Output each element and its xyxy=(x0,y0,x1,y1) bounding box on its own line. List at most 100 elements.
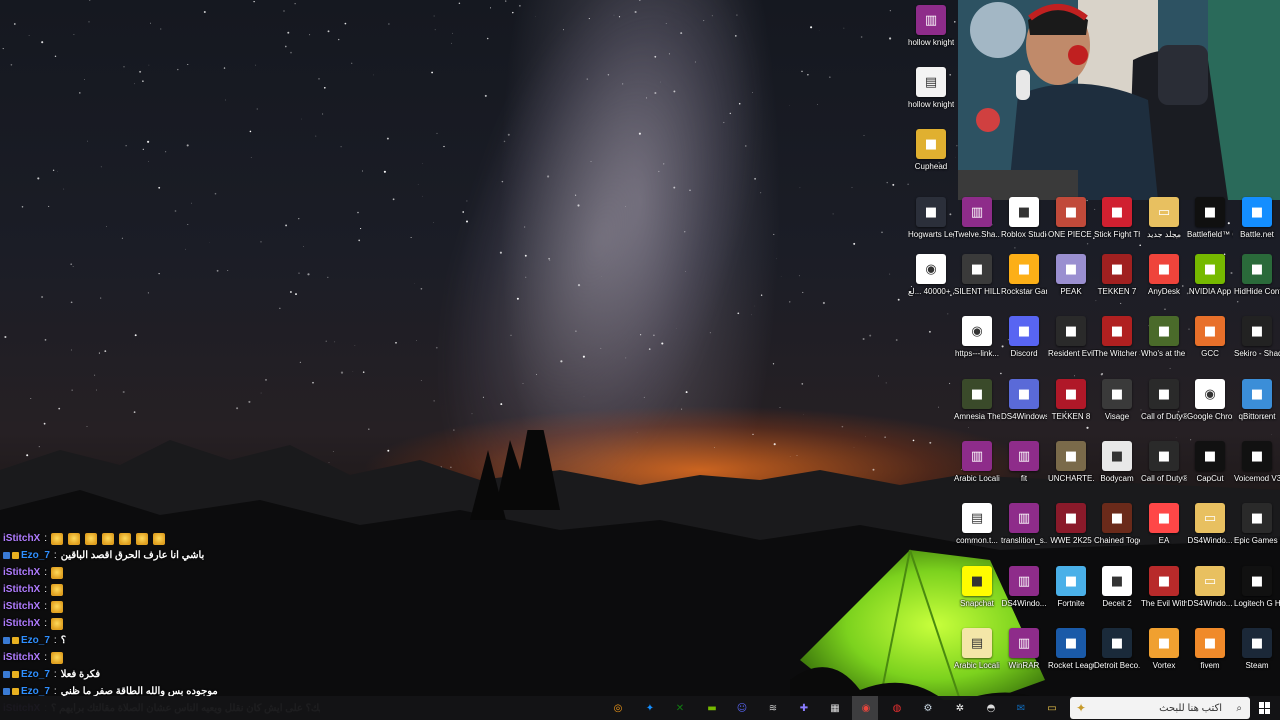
chrome-icon[interactable]: ◉ xyxy=(856,698,876,718)
desktop-icon[interactable]: ▥ Twelve.Sha... xyxy=(954,197,1000,240)
desktop-icon[interactable]: ▥ Arabic Localisatio... xyxy=(954,441,1000,484)
desktop-icon[interactable]: ■ NVIDIA App xyxy=(1187,254,1233,297)
desktop-icon[interactable]: ■ Deceit 2 xyxy=(1094,566,1140,609)
battlefield-icon: ■ xyxy=(1195,197,1225,227)
desktop-icon[interactable]: ■ EA xyxy=(1141,503,1187,546)
desktop-icon-label: https---link... xyxy=(954,349,999,358)
chat-username[interactable]: iStitchX xyxy=(3,581,40,598)
desktop-icon[interactable]: ▭ DS4Windo... xyxy=(1187,503,1233,546)
desktop-icon[interactable]: ■ qBittorrent xyxy=(1234,379,1280,422)
desktop-icon[interactable]: ■ WWE 2K25 xyxy=(1048,503,1094,546)
chat-username[interactable]: Ezo_7 xyxy=(21,632,50,649)
chat-username[interactable]: iStitchX xyxy=(3,598,40,615)
desktop-icon[interactable]: ■ Call of Duty® M... xyxy=(1141,441,1187,484)
battlenet-icon[interactable]: ✦ xyxy=(640,698,660,718)
desktop-icon[interactable]: ■ AnyDesk xyxy=(1141,254,1187,297)
desktop-icon[interactable]: ■ Sekiro - Shadows D... xyxy=(1234,316,1280,359)
desktop-icon[interactable]: ■ Resident Evil 4 xyxy=(1048,316,1094,359)
desktop-icon[interactable]: ■ Fortnite xyxy=(1048,566,1094,609)
gamepad-icon[interactable]: ✚ xyxy=(794,698,814,718)
overwatch-icon[interactable]: ◎ xyxy=(608,698,628,718)
desktop-icon[interactable]: ■ DS4Windows xyxy=(1001,379,1047,422)
desktop-icon[interactable]: ■ Rockstar Games ... xyxy=(1001,254,1047,297)
discord-icon[interactable]: ☺ xyxy=(732,698,752,718)
amnesia-icon: ■ xyxy=(962,379,992,409)
taskbar-search-box[interactable]: ✦ اكتب هنا للبحث ⌕ xyxy=(1070,697,1250,719)
desktop-icon[interactable]: ■ Battlefield™ 6 Open Beta xyxy=(1187,197,1233,240)
folder-icon[interactable]: ▭ xyxy=(1042,698,1062,718)
folder-icon: ▭ xyxy=(1195,503,1225,533)
desktop-icon[interactable]: ▥ DS4Windo... xyxy=(1001,566,1047,609)
desktop-icon[interactable]: ◉ https---link... xyxy=(954,316,1000,359)
chat-separator: : xyxy=(53,669,57,680)
desktop-icon[interactable]: ▭ مجلد جديد xyxy=(1141,197,1187,240)
desktop-icon[interactable]: ▤ hollow knight silks... xyxy=(908,67,954,110)
desktop-icon[interactable]: ■ PEAK xyxy=(1048,254,1094,297)
steam-icon[interactable]: ⚙ xyxy=(918,698,938,718)
desktop-icon[interactable]: ▥ translition_s... xyxy=(1001,503,1047,546)
desktop-icon[interactable]: ■ Logitech G HUB xyxy=(1234,566,1280,609)
settings-icon[interactable]: ✲ xyxy=(950,698,970,718)
desktop-icon[interactable]: ■ HidHide Configurati... xyxy=(1234,254,1280,297)
desktop-icon[interactable]: ■ TEKKEN 8 xyxy=(1048,379,1094,422)
desktop-icon-label: PEAK xyxy=(1060,287,1082,296)
desktop-icon-label: DS4Windo... xyxy=(1001,599,1047,608)
desktop-icon[interactable]: ▥ hollow knight silks... xyxy=(908,5,954,48)
desktop-icon[interactable]: ■ Vortex xyxy=(1141,628,1187,671)
desktop-icon[interactable]: ■ ONE PIECE PIRATE WA... xyxy=(1048,197,1094,240)
desktop-icon[interactable]: ■ UNCHARTE... Legacy of T... xyxy=(1048,441,1094,484)
desktop-icon[interactable]: ■ Cuphead xyxy=(908,129,954,172)
desktop-icon[interactable]: ■ Hogwarts Legacy xyxy=(908,197,954,240)
desktop-icon[interactable]: ■ Bodycam xyxy=(1094,441,1140,484)
desktop-icon[interactable]: ◉ Google Chrome xyxy=(1187,379,1233,422)
store-icon[interactable]: ▦ xyxy=(825,698,845,718)
chat-username[interactable]: Ezo_7 xyxy=(21,547,50,564)
stream-chat: iStitchX: Ezo_7: باشي انا عارف الحرق اقصد … xyxy=(0,530,320,720)
desktop-icon[interactable]: ▥ WinRAR xyxy=(1001,628,1047,671)
cuphead-icon: ■ xyxy=(916,129,946,159)
nvidia-app-icon[interactable]: ▬ xyxy=(702,698,722,718)
desktop-icon[interactable]: ◉ يكح الناري +40000 ...لع xyxy=(908,254,954,297)
chat-username[interactable]: Ezo_7 xyxy=(21,666,50,683)
obs-icon[interactable]: ◓ xyxy=(981,698,1001,718)
desktop-icon[interactable]: ■ Chained Together xyxy=(1094,503,1140,546)
desktop-icon[interactable]: ■ The Evil Within xyxy=(1141,566,1187,609)
desktop-icon[interactable]: ▤ Arabic Localisatio... xyxy=(954,628,1000,671)
desktop-icon[interactable]: ■ Roblox Studio xyxy=(1001,197,1047,240)
desktop-icon[interactable]: ■ Discord xyxy=(1001,316,1047,359)
chat-username[interactable]: iStitchX xyxy=(3,564,40,581)
desktop-icon[interactable]: ■ Stick Fight The Game xyxy=(1094,197,1140,240)
cod-icon: ■ xyxy=(1149,441,1179,471)
desktop-icon[interactable]: ■ fivem xyxy=(1187,628,1233,671)
chat-username[interactable]: iStitchX xyxy=(3,615,40,632)
hidhide-icon: ■ xyxy=(1242,254,1272,284)
desktop-icon[interactable]: ▥ fit xyxy=(1001,441,1047,484)
desktop-icon[interactable]: ■ Voicemod V3 xyxy=(1234,441,1280,484)
desktop-icon[interactable]: ■ Snapchat xyxy=(954,566,1000,609)
desktop-icon[interactable]: ■ Amnesia The Dark Descent xyxy=(954,379,1000,422)
desktop-icon[interactable]: ■ Battle.net xyxy=(1234,197,1280,240)
chat-username[interactable]: iStitchX xyxy=(3,530,40,547)
desktop-icon[interactable]: ■ SILENT HILL f xyxy=(954,254,1000,297)
desktop-icon[interactable]: ■ Detroit Beco... xyxy=(1094,628,1140,671)
windows-icon[interactable] xyxy=(1259,702,1271,714)
desktop-icon[interactable]: ■ Rocket League® xyxy=(1048,628,1094,671)
desktop-icon[interactable]: ■ Epic Games Launcher xyxy=(1234,503,1280,546)
voicemod-icon[interactable]: ≋ xyxy=(763,698,783,718)
desktop-icon[interactable]: ■ CapCut xyxy=(1187,441,1233,484)
xbox-icon[interactable]: ✕ xyxy=(670,698,690,718)
desktop-icon[interactable]: ▤ common.t... xyxy=(954,503,1000,546)
rockstar-icon[interactable]: ◍ xyxy=(887,698,907,718)
desktop-icon[interactable]: ■ GCC xyxy=(1187,316,1233,359)
desktop-icon[interactable]: ■ Visage xyxy=(1094,379,1140,422)
desktop-icon[interactable]: ▭ DS4Windo... xyxy=(1187,566,1233,609)
outlook-icon[interactable]: ✉ xyxy=(1011,698,1031,718)
desktop-icon[interactable]: ■ The Witcher 3 Wild Hunt xyxy=(1094,316,1140,359)
desktop-icon[interactable]: ■ TEKKEN 7 xyxy=(1094,254,1140,297)
desktop-icon[interactable]: ■ Call of Duty® M... xyxy=(1141,379,1187,422)
chat-username[interactable]: iStitchX xyxy=(3,649,40,666)
chat-badge-icon xyxy=(12,671,19,678)
gamepad-icon: ■ xyxy=(1009,379,1039,409)
desktop-icon[interactable]: ■ Steam xyxy=(1234,628,1280,671)
desktop-icon[interactable]: ■ Who's at the door Demo xyxy=(1141,316,1187,359)
